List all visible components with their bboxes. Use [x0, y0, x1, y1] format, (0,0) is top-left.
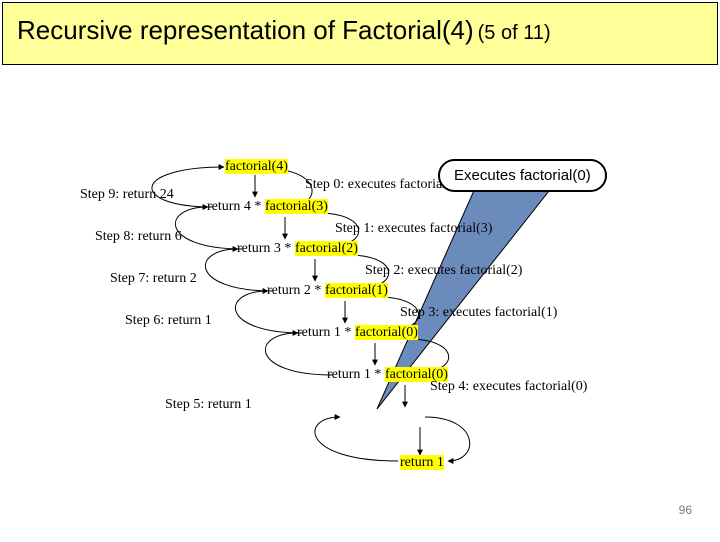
- node-return-4x3: return 4 * factorial(3): [207, 199, 328, 215]
- slide-title: Recursive representation of Factorial(4): [17, 15, 474, 45]
- slide-progress: (5 of 11): [478, 22, 551, 44]
- node-return-1x0: return 1 * factorial(0): [297, 325, 418, 341]
- label-step-8: Step 8: return 6: [95, 229, 182, 245]
- callout-text: Executes factorial(0): [454, 167, 591, 184]
- diagram-stage: factorial(4) return 4 * factorial(3) ret…: [0, 67, 720, 527]
- label-step-7: Step 7: return 2: [110, 271, 197, 287]
- node-return-2x1: return 2 * factorial(1): [267, 283, 388, 299]
- label-step-2: Step 2: executes factorial(2): [365, 263, 522, 279]
- label-step-3: Step 3: executes factorial(1): [400, 305, 557, 321]
- label-step-6: Step 6: return 1: [125, 313, 212, 329]
- callout-bubble: Executes factorial(0): [438, 159, 607, 192]
- node-factorial-4: factorial(4): [225, 159, 288, 175]
- page-number: 96: [679, 503, 692, 517]
- label-step-1: Step 1: executes factorial(3): [335, 221, 492, 237]
- node-return-1: return 1: [400, 455, 444, 471]
- label-step-4: Step 4: executes factorial(0): [430, 379, 587, 395]
- slide-title-bar: Recursive representation of Factorial(4)…: [2, 2, 718, 65]
- label-step-5: Step 5: return 1: [165, 397, 252, 413]
- label-step-9: Step 9: return 24: [80, 187, 174, 203]
- node-return-3x2: return 3 * factorial(2): [237, 241, 358, 257]
